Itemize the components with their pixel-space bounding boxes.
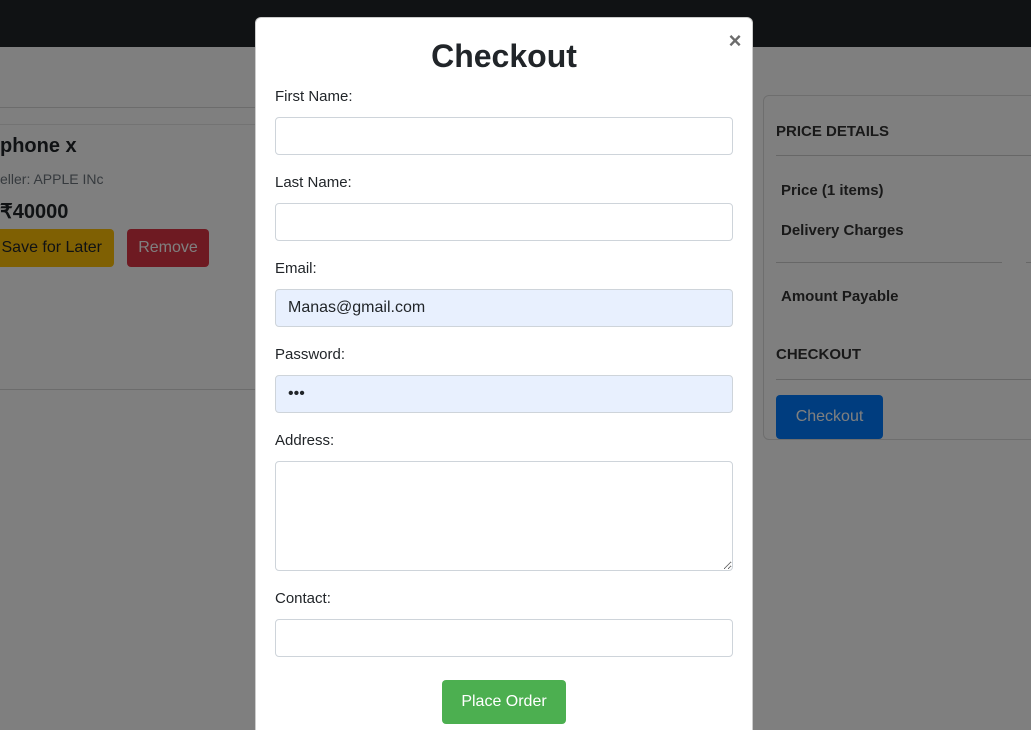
first-name-input[interactable] xyxy=(275,117,733,155)
address-textarea[interactable] xyxy=(275,461,733,571)
last-name-input[interactable] xyxy=(275,203,733,241)
first-name-label: First Name: xyxy=(275,88,353,105)
last-name-label: Last Name: xyxy=(275,174,352,191)
place-order-button[interactable]: Place Order xyxy=(442,680,566,724)
password-label: Password: xyxy=(275,346,346,363)
contact-input[interactable] xyxy=(275,619,733,657)
password-input[interactable] xyxy=(275,375,733,413)
modal-title: Checkout xyxy=(431,38,577,74)
checkout-modal: Checkout × First Name: Last Name: Email:… xyxy=(255,17,753,730)
contact-label: Contact: xyxy=(275,590,331,607)
address-label: Address: xyxy=(275,432,335,449)
close-icon[interactable]: × xyxy=(726,29,744,53)
email-label: Email: xyxy=(275,260,317,277)
email-input[interactable] xyxy=(275,289,733,327)
